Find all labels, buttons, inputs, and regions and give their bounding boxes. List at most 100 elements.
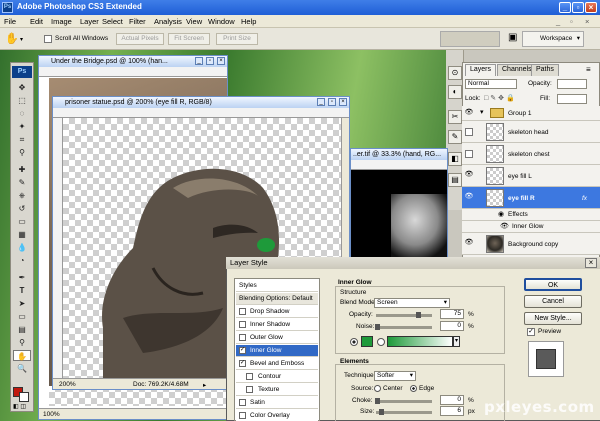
fit-screen-button[interactable]: Fit Screen <box>168 33 210 45</box>
style-bevel-and-emboss[interactable]: ✓ Bevel and Emboss <box>236 358 318 370</box>
checkbox[interactable] <box>239 399 246 406</box>
workspace-dropdown[interactable]: Workspace ▾ <box>522 31 584 47</box>
clone-stamp-tool-icon[interactable]: ⎈ <box>13 190 31 201</box>
zoom-level[interactable]: 200% <box>59 381 76 388</box>
doc-minimize-icon[interactable]: _ <box>317 98 325 106</box>
solid-color-radio[interactable] <box>350 338 358 346</box>
tab-paths[interactable]: Paths <box>531 64 559 76</box>
doc-close-icon[interactable]: × <box>339 98 347 106</box>
dodge-tool-icon[interactable]: ◔ <box>13 255 31 266</box>
ig-blend-mode-select[interactable]: Screen ▾ <box>374 298 450 308</box>
eyedropper-tool-icon[interactable]: ⚲ <box>13 147 31 158</box>
checkbox[interactable] <box>239 334 246 341</box>
document-title-bar[interactable]: Under the Bridge.psd @ 100% (han... _ ▫ … <box>39 56 227 67</box>
choke-slider[interactable] <box>376 400 432 403</box>
hand-tool-icon[interactable]: ✋ <box>5 32 19 45</box>
eye-icon[interactable]: 👁 <box>464 187 474 207</box>
zoom-level[interactable]: 100% <box>43 411 60 418</box>
menu-select[interactable]: Select <box>102 17 123 26</box>
ok-button[interactable]: OK <box>524 278 582 291</box>
styles-header[interactable]: Styles <box>236 280 318 292</box>
layer-row-skeleton-head[interactable]: skeleton head <box>462 121 600 143</box>
document-title-bar[interactable]: prisoner statue.psd @ 200% (eye fill R, … <box>53 97 349 108</box>
hand-tool-active-icon[interactable]: ✋ <box>13 350 31 361</box>
doc-close-icon[interactable]: × <box>217 57 225 65</box>
size-slider-knob[interactable] <box>379 409 384 415</box>
shape-tool-icon[interactable]: ▭ <box>13 311 31 322</box>
tool-preset-chevron-icon[interactable]: ▾ <box>20 36 23 43</box>
style-inner-shadow[interactable]: Inner Shadow <box>236 319 318 331</box>
type-tool-icon[interactable]: T <box>13 285 31 296</box>
layer-row-eye-fill-l[interactable]: 👁 eye fill L <box>462 165 600 187</box>
visibility-toggle[interactable] <box>465 150 473 158</box>
menu-analysis[interactable]: Analysis <box>154 17 182 26</box>
close-icon[interactable]: × <box>585 2 597 13</box>
layer-effect-inner-glow-row[interactable]: 👁 Inner Glow <box>462 221 600 233</box>
actual-pixels-button[interactable]: Actual Pixels <box>116 33 164 45</box>
maximize-icon[interactable]: ▫ <box>572 2 584 13</box>
quick-selection-tool-icon[interactable]: ✦ <box>13 121 31 132</box>
panel-menu-icon[interactable]: ≡ <box>586 65 591 74</box>
choke-input[interactable]: 0 <box>440 395 464 405</box>
menu-restore-icon[interactable]: ▫ <box>570 17 573 26</box>
menu-layer[interactable]: Layer <box>80 17 99 26</box>
tool-presets-panel-icon[interactable]: ✂ <box>448 110 462 124</box>
opacity-input[interactable] <box>557 79 587 89</box>
bridge-icon[interactable]: ▣ <box>508 32 517 43</box>
size-slider[interactable] <box>376 411 432 414</box>
healing-brush-tool-icon[interactable]: ✚ <box>13 164 31 175</box>
lock-icons[interactable]: □✎✥🔒 <box>484 94 517 102</box>
navigator-panel-icon[interactable]: ⊙ <box>448 66 462 80</box>
menu-view[interactable]: View <box>186 17 202 26</box>
style-color-overlay[interactable]: Color Overlay <box>236 410 318 421</box>
checkbox[interactable] <box>239 308 246 315</box>
crop-tool-icon[interactable]: ⌗ <box>13 134 31 145</box>
document-title-bar[interactable]: ..er.tif @ 33.3% (hand, RG... <box>351 149 447 160</box>
technique-select[interactable]: Softer ▾ <box>374 371 416 381</box>
history-panel-icon[interactable]: ▤ <box>448 173 462 187</box>
brushes-panel-icon[interactable]: ✎ <box>448 130 462 144</box>
style-drop-shadow[interactable]: Drop Shadow <box>236 306 318 318</box>
choke-slider-knob[interactable] <box>375 398 380 404</box>
style-contour[interactable]: Contour <box>236 371 318 383</box>
ig-opacity-slider[interactable] <box>376 314 432 317</box>
menu-filter[interactable]: Filter <box>129 17 146 26</box>
blur-tool-icon[interactable]: 💧 <box>13 242 31 253</box>
style-outer-glow[interactable]: Outer Glow <box>236 332 318 344</box>
style-texture[interactable]: Texture <box>236 384 318 396</box>
glow-color-swatch[interactable] <box>361 336 373 347</box>
ig-opacity-input[interactable]: 75 <box>440 309 464 319</box>
eye-icon[interactable]: 👁 <box>464 165 474 185</box>
ig-noise-input[interactable]: 0 <box>440 321 464 331</box>
checkbox[interactable] <box>246 373 253 380</box>
glow-gradient-swatch[interactable] <box>387 336 453 347</box>
source-center-radio[interactable] <box>374 385 381 392</box>
menu-minimize-icon[interactable]: _ <box>556 17 560 26</box>
eye-icon[interactable]: 👁 <box>464 233 474 253</box>
layer-effects-row[interactable]: ◉ Effects <box>462 209 600 221</box>
path-selection-tool-icon[interactable]: ➤ <box>13 298 31 309</box>
layer-row-skeleton-chest[interactable]: skeleton chest <box>462 143 600 165</box>
layer-row-eye-fill-r[interactable]: 👁 eye fill R fx <box>462 187 600 209</box>
eraser-tool-icon[interactable]: ▭ <box>13 216 31 227</box>
checkbox-checked[interactable]: ✓ <box>239 347 246 354</box>
minimize-icon[interactable]: _ <box>559 2 571 13</box>
gradient-radio[interactable] <box>377 338 385 346</box>
ig-opacity-slider-knob[interactable] <box>416 312 421 318</box>
expand-arrow-icon[interactable]: ▾ <box>480 108 484 116</box>
checkbox[interactable] <box>239 321 246 328</box>
doc-minimize-icon[interactable]: _ <box>195 57 203 65</box>
eye-icon[interactable]: 👁 <box>464 106 474 120</box>
dialog-title-bar[interactable]: Layer Style <box>226 257 600 269</box>
preview-checkbox[interactable]: ✓ <box>527 328 535 336</box>
dialog-close-icon[interactable]: × <box>585 258 597 268</box>
blend-mode-select[interactable]: Normal <box>465 79 517 89</box>
fx-icon[interactable]: fx <box>582 195 587 202</box>
gradient-tool-icon[interactable]: ▦ <box>13 229 31 240</box>
menu-image[interactable]: Image <box>51 17 72 26</box>
menu-close-icon[interactable]: × <box>585 17 589 26</box>
color-panel-icon[interactable]: ◐ <box>448 85 462 99</box>
notes-tool-icon[interactable]: ▤ <box>13 324 31 335</box>
print-size-button[interactable]: Print Size <box>216 33 258 45</box>
zoom-tool-icon[interactable]: 🔍 <box>13 363 31 374</box>
